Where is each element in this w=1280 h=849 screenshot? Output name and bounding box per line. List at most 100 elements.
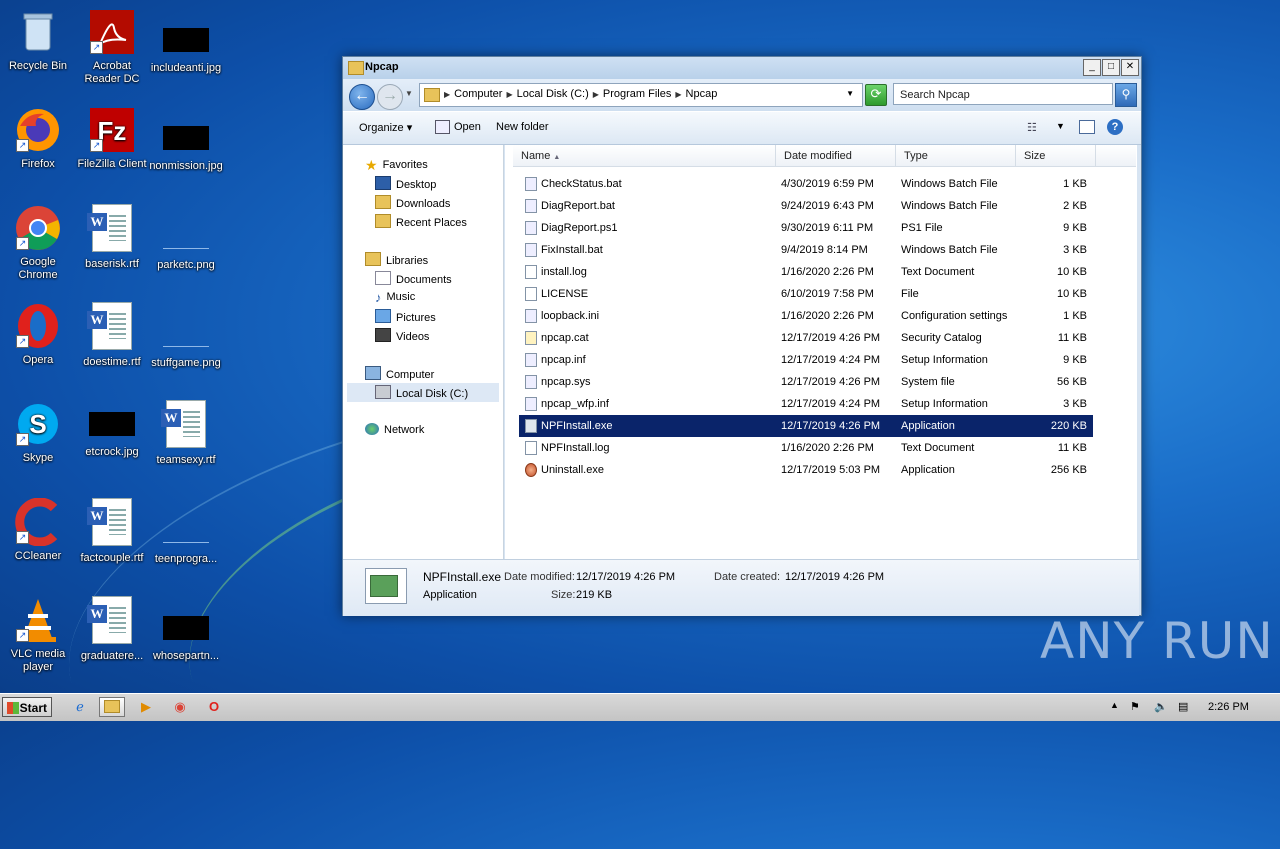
- word-document-icon: W: [87, 596, 132, 644]
- address-dropdown-icon[interactable]: ▼: [846, 89, 854, 98]
- desktop-icon-doestime[interactable]: W doestime.rtf: [74, 302, 150, 369]
- file-row[interactable]: npcap.cat 12/17/2019 4:26 PM Security Cata…: [519, 327, 1093, 349]
- chevron-right-icon[interactable]: ▶: [506, 88, 512, 101]
- maximize-button[interactable]: □: [1102, 59, 1120, 76]
- file-row[interactable]: install.log 1/16/2020 2:26 PM Text Documen…: [519, 261, 1093, 283]
- file-row[interactable]: DiagReport.bat 9/24/2019 6:43 PM Windows B…: [519, 195, 1093, 217]
- column-header-name[interactable]: Name ▲: [513, 145, 776, 167]
- desktop-icon-skype[interactable]: S ↗ Skype: [0, 400, 76, 465]
- chevron-right-icon[interactable]: ▶: [675, 88, 681, 101]
- file-name: NPFInstall.log: [541, 442, 610, 454]
- nav-recent-places[interactable]: Recent Places: [375, 214, 467, 229]
- desktop-icon-teenprogra[interactable]: teenprogra...: [148, 506, 224, 566]
- column-header-date[interactable]: Date modified: [776, 145, 896, 167]
- refresh-button[interactable]: ⟳: [865, 84, 887, 106]
- nav-videos[interactable]: Videos: [375, 328, 429, 343]
- file-row[interactable]: DiagReport.ps1 9/30/2019 6:11 PM PS1 File 9…: [519, 217, 1093, 239]
- file-row[interactable]: loopback.ini 1/16/2020 2:26 PM Configurati…: [519, 305, 1093, 327]
- nav-desktop[interactable]: Desktop: [375, 176, 436, 191]
- breadcrumb-npcap[interactable]: Npcap: [686, 88, 718, 101]
- volume-icon[interactable]: 🔈: [1154, 700, 1168, 713]
- chevron-right-icon[interactable]: ▶: [593, 88, 599, 101]
- new-folder-button[interactable]: New folder: [496, 121, 549, 133]
- file-row[interactable]: npcap_wfp.inf 12/17/2019 4:24 PM Setup Inf…: [519, 393, 1093, 415]
- desktop-icon-acrobat[interactable]: ↗ Acrobat Reader DC: [74, 8, 150, 86]
- desktop-icon-factcouple[interactable]: W factcouple.rtf: [74, 498, 150, 565]
- file-row[interactable]: NPFInstall.log 1/16/2020 2:26 PM Text Docu…: [519, 437, 1093, 459]
- column-header-size[interactable]: Size: [1016, 145, 1096, 167]
- opera-taskbar-icon[interactable]: O: [201, 697, 227, 717]
- close-button[interactable]: ✕: [1121, 59, 1139, 76]
- desktop-icon-etcrock[interactable]: etcrock.jpg: [74, 400, 150, 459]
- desktop-icon-baserisk[interactable]: W baserisk.rtf: [74, 204, 150, 271]
- recycle-bin-icon: [14, 8, 62, 56]
- breadcrumb-local-disk[interactable]: Local Disk (C:): [517, 88, 589, 101]
- breadcrumb-program-files[interactable]: Program Files: [603, 88, 671, 101]
- acrobat-icon: ↗: [88, 8, 136, 56]
- file-row[interactable]: npcap.inf 12/17/2019 4:24 PM Setup Informa…: [519, 349, 1093, 371]
- file-size: 10 KB: [1057, 266, 1087, 278]
- view-options-icon[interactable]: ☷: [1027, 121, 1037, 134]
- file-icon: [525, 441, 537, 455]
- nav-music[interactable]: ♪ Music: [375, 290, 415, 305]
- column-header-type[interactable]: Type: [896, 145, 1016, 167]
- chevron-right-icon[interactable]: ▶: [444, 88, 450, 101]
- explorer-taskbar-button[interactable]: [99, 697, 125, 717]
- preview-pane-icon[interactable]: [1079, 120, 1095, 134]
- shortcut-arrow-icon: ↗: [16, 139, 29, 152]
- forward-button[interactable]: →: [377, 84, 403, 110]
- desktop-icon-teamsexy[interactable]: W teamsexy.rtf: [148, 400, 224, 467]
- desktop-icon-graduatere[interactable]: W graduatere...: [74, 596, 150, 663]
- media-player-icon[interactable]: ▶: [133, 697, 159, 717]
- internet-explorer-icon[interactable]: ℯ: [67, 697, 93, 717]
- desktop-icon-nonmission[interactable]: nonmission.jpg: [148, 114, 224, 173]
- search-icon[interactable]: ⚲: [1115, 83, 1137, 107]
- desktop-icon-filezilla[interactable]: Fz ↗ FileZilla Client: [74, 106, 150, 171]
- file-row[interactable]: FixInstall.bat 9/4/2019 8:14 PM Windows Ba…: [519, 239, 1093, 261]
- file-type: Configuration settings: [901, 310, 1008, 322]
- back-button[interactable]: ←: [349, 84, 375, 110]
- open-button[interactable]: Open: [454, 121, 481, 133]
- desktop-icon-stuffgame[interactable]: stuffgame.png: [148, 310, 224, 370]
- desktop-icon-whosepartn[interactable]: whosepartn...: [148, 604, 224, 663]
- nav-local-disk[interactable]: Local Disk (C:): [347, 383, 499, 402]
- desktop-icon-recycle-bin[interactable]: Recycle Bin: [0, 8, 76, 73]
- nav-network[interactable]: Network: [365, 423, 424, 436]
- nav-documents[interactable]: Documents: [375, 271, 452, 286]
- clock[interactable]: 2:26 PM: [1208, 701, 1249, 713]
- nav-libraries[interactable]: Libraries: [365, 252, 428, 267]
- desktop-icon-parketc[interactable]: parketc.png: [148, 212, 224, 272]
- file-row[interactable]: NPFInstall.exe 12/17/2019 4:26 PM Applicat…: [519, 415, 1093, 437]
- organize-button[interactable]: Organize ▾: [359, 121, 412, 134]
- desktop-icon-ccleaner[interactable]: ↗ CCleaner: [0, 497, 76, 563]
- action-center-icon[interactable]: ⚑: [1130, 700, 1140, 713]
- view-dropdown-icon[interactable]: ▼: [1056, 121, 1065, 131]
- nav-pictures[interactable]: Pictures: [375, 309, 436, 324]
- start-button[interactable]: Start: [2, 697, 52, 717]
- desktop-icon-includeanti[interactable]: includeanti.jpg: [148, 16, 224, 75]
- file-row[interactable]: Uninstall.exe 12/17/2019 5:03 PM Applicati…: [519, 459, 1093, 481]
- breadcrumb-computer[interactable]: Computer: [454, 88, 502, 101]
- desktop-icon-firefox[interactable]: ↗ Firefox: [0, 106, 76, 171]
- file-row[interactable]: npcap.sys 12/17/2019 4:26 PM System file 56…: [519, 371, 1093, 393]
- chrome-taskbar-icon[interactable]: ◉: [167, 697, 193, 717]
- desktop-icon-opera[interactable]: ↗ Opera: [0, 302, 76, 367]
- search-input[interactable]: Search Npcap: [893, 83, 1113, 105]
- show-hidden-icons-icon[interactable]: ▲: [1110, 700, 1119, 710]
- nav-computer[interactable]: Computer: [365, 366, 434, 381]
- file-name: install.log: [541, 266, 587, 278]
- address-bar[interactable]: ▶ Computer ▶ Local Disk (C:) ▶ Program F…: [419, 83, 863, 107]
- minimize-button[interactable]: _: [1083, 59, 1101, 76]
- nav-downloads[interactable]: Downloads: [375, 195, 450, 210]
- nav-favorites[interactable]: ★ Favorites: [365, 157, 428, 173]
- desktop-icon: [375, 176, 391, 190]
- desktop-icon-chrome[interactable]: ↗ Google Chrome: [0, 204, 76, 282]
- network-tray-icon[interactable]: ▤: [1178, 700, 1188, 713]
- file-row[interactable]: CheckStatus.bat 4/30/2019 6:59 PM Windows …: [519, 173, 1093, 195]
- help-icon[interactable]: ?: [1107, 119, 1123, 135]
- recent-pages-dropdown[interactable]: ▼: [405, 89, 413, 98]
- file-row[interactable]: LICENSE 6/10/2019 7:58 PM File 10 KB: [519, 283, 1093, 305]
- file-name: loopback.ini: [541, 310, 600, 322]
- desktop-icon-vlc[interactable]: ↗ VLC media player: [0, 596, 76, 674]
- title-bar[interactable]: Npcap _ □ ✕: [343, 57, 1141, 79]
